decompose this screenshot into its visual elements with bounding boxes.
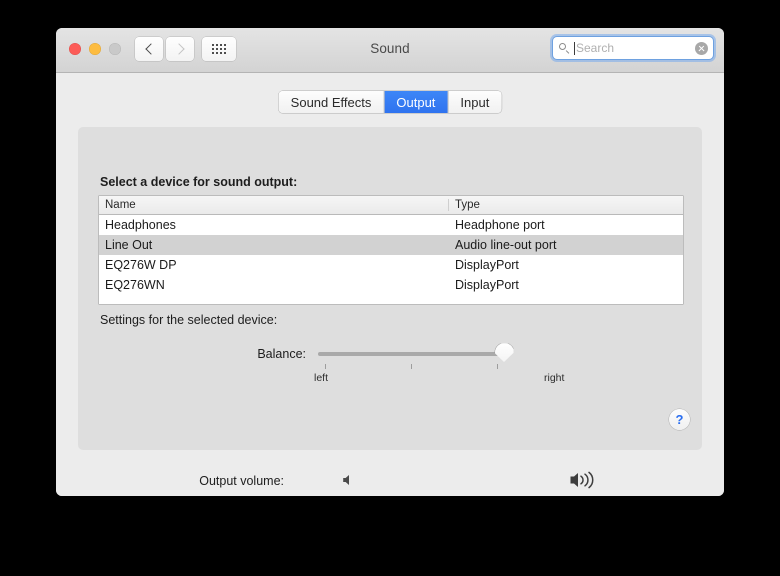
table-empty-space (99, 295, 683, 304)
search-icon (559, 42, 570, 54)
device-type: DisplayPort (455, 258, 519, 272)
device-name: Line Out (105, 238, 153, 252)
balance-max-label: right (544, 372, 565, 384)
table-row[interactable]: Headphones Headphone port (99, 215, 683, 235)
table-row[interactable]: EQ276WN DisplayPort (99, 275, 683, 295)
device-name: EQ276WN (105, 278, 165, 292)
search-field[interactable]: Search (553, 37, 713, 59)
column-header-name[interactable]: Name (99, 199, 449, 211)
balance-slider-track (318, 352, 504, 356)
window-body: Sound Effects Output Input Select a devi… (56, 73, 724, 496)
balance-slider-ticks (318, 364, 504, 369)
output-volume-label: Output volume: (199, 474, 284, 488)
sound-preferences-window: Sound Search Sound Effects Output Input … (56, 28, 724, 496)
device-type: DisplayPort (455, 278, 519, 292)
device-type: Headphone port (455, 218, 545, 232)
settings-label: Settings for the selected device: (100, 313, 278, 327)
device-type: Audio line-out port (455, 238, 557, 252)
device-name: EQ276W DP (105, 258, 177, 272)
tab-bar: Sound Effects Output Input (278, 91, 502, 113)
balance-min-label: left (314, 372, 329, 384)
device-name: Headphones (105, 218, 176, 232)
speaker-waves-icon (569, 471, 601, 489)
text-caret (574, 41, 575, 55)
device-table[interactable]: Name Type Headphones Headphone port Line… (99, 196, 683, 304)
device-table-header: Name Type (99, 196, 683, 215)
search-input[interactable]: Search (576, 41, 695, 55)
tab-sound-effects[interactable]: Sound Effects (278, 91, 385, 113)
window-titlebar: Sound Search (56, 28, 724, 73)
balance-slider-knob[interactable] (494, 343, 514, 362)
column-header-type[interactable]: Type (449, 199, 683, 211)
help-button[interactable]: ? (669, 409, 690, 430)
tab-input[interactable]: Input (448, 91, 502, 113)
balance-slider[interactable] (318, 343, 514, 362)
search-field-wrapper: Search (550, 34, 716, 62)
balance-label: Balance: (257, 347, 306, 361)
output-settings-panel: Select a device for sound output: Name T… (78, 127, 702, 450)
tab-output[interactable]: Output (384, 91, 449, 113)
clear-circle-icon[interactable] (695, 41, 708, 55)
device-list-label: Select a device for sound output: (100, 175, 298, 189)
speaker-icon (342, 473, 356, 487)
table-row[interactable]: EQ276W DP DisplayPort (99, 255, 683, 275)
table-row[interactable]: Line Out Audio line-out port (99, 235, 683, 255)
